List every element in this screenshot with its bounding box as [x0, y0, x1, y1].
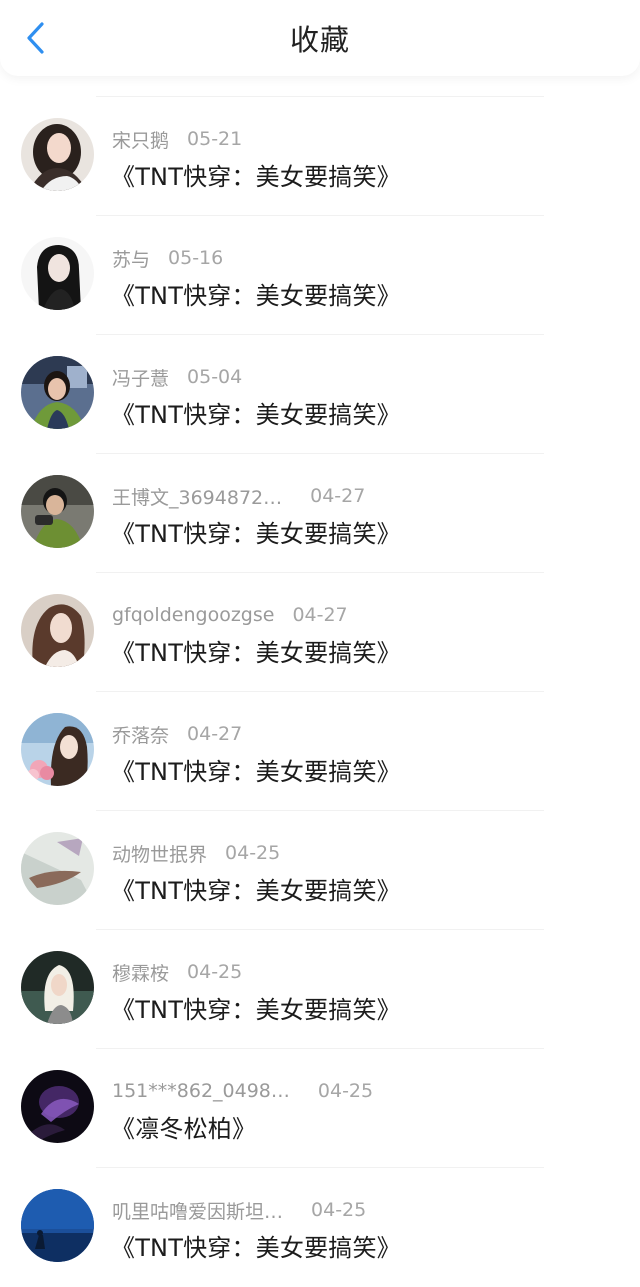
item-meta: gfqoldengoozgse 04-27 [112, 600, 348, 630]
book-title[interactable]: 《TNT快穿：美女要搞笑》 [111, 633, 401, 668]
avatar[interactable] [21, 1070, 94, 1143]
list-item[interactable]: gfqoldengoozgse 04-27 《TNT快穿：美女要搞笑》 [0, 573, 640, 692]
username: gfqoldengoozgse [112, 604, 275, 626]
avatar[interactable] [21, 713, 94, 786]
item-meta: 冯子薏 05-04 [112, 362, 242, 392]
username: 151***862_0498… [112, 1080, 290, 1102]
avatar[interactable] [21, 237, 94, 310]
username: 乔落奈 [112, 724, 170, 747]
list-item[interactable]: 动物世抿界 04-25 《TNT快穿：美女要搞笑》 [0, 811, 640, 930]
username: 苏与 [112, 248, 151, 271]
book-title[interactable]: 《TNT快穿：美女要搞笑》 [111, 395, 401, 430]
item-meta: 乔落奈 04-27 [112, 719, 242, 749]
avatar[interactable] [21, 951, 94, 1024]
favorites-list: 宋只鹅 05-21 《TNT快穿：美女要搞笑》 苏与 05-16 《TNT快穿：… [0, 97, 640, 1287]
list-item[interactable]: 王博文_3694872… 04-27 《TNT快穿：美女要搞笑》 [0, 454, 640, 573]
avatar[interactable] [21, 356, 94, 429]
username: 叽里咕噜爱因斯坦… [112, 1200, 284, 1223]
date: 04-27 [310, 485, 366, 507]
username: 宋只鹅 [112, 129, 170, 152]
date: 04-25 [187, 961, 243, 983]
item-meta: 穆霖桉 04-25 [112, 957, 242, 987]
list-item[interactable]: 叽里咕噜爱因斯坦… 04-25 《TNT快穿：美女要搞笑》 [0, 1168, 640, 1287]
list-item[interactable]: 151***862_0498… 04-25 《凛冬松柏》 [0, 1049, 640, 1168]
date: 04-27 [292, 604, 348, 626]
list-item[interactable]: 乔落奈 04-27 《TNT快穿：美女要搞笑》 [0, 692, 640, 811]
username: 穆霖桉 [112, 962, 170, 985]
avatar[interactable] [21, 475, 94, 548]
book-title[interactable]: 《TNT快穿：美女要搞笑》 [111, 871, 401, 906]
date: 04-27 [187, 723, 243, 745]
date: 05-21 [187, 128, 243, 150]
avatar[interactable] [21, 118, 94, 191]
item-meta: 苏与 05-16 [112, 243, 223, 273]
book-title[interactable]: 《TNT快穿：美女要搞笑》 [111, 276, 401, 311]
avatar[interactable] [21, 1189, 94, 1262]
item-meta: 叽里咕噜爱因斯坦… 04-25 [112, 1195, 366, 1225]
book-title[interactable]: 《TNT快穿：美女要搞笑》 [111, 752, 401, 787]
list-item[interactable]: 宋只鹅 05-21 《TNT快穿：美女要搞笑》 [0, 97, 640, 216]
avatar[interactable] [21, 832, 94, 905]
avatar[interactable] [21, 594, 94, 667]
list-item[interactable]: 冯子薏 05-04 《TNT快穿：美女要搞笑》 [0, 335, 640, 454]
username: 动物世抿界 [112, 843, 208, 866]
date: 04-25 [225, 842, 281, 864]
date: 04-25 [317, 1080, 374, 1102]
username: 冯子薏 [112, 367, 170, 390]
list-item[interactable]: 苏与 05-16 《TNT快穿：美女要搞笑》 [0, 216, 640, 335]
item-meta: 动物世抿界 04-25 [112, 838, 280, 868]
page-title: 收藏 [289, 23, 350, 57]
book-title[interactable]: 《TNT快穿：美女要搞笑》 [111, 990, 401, 1025]
item-meta: 宋只鹅 05-21 [112, 124, 242, 154]
book-title[interactable]: 《TNT快穿：美女要搞笑》 [111, 1228, 401, 1263]
item-meta: 王博文_3694872… 04-27 [112, 481, 365, 511]
book-title[interactable]: 《TNT快穿：美女要搞笑》 [111, 514, 401, 549]
header-bar: 收藏 [0, 0, 640, 76]
book-title[interactable]: 《TNT快穿：美女要搞笑》 [111, 157, 401, 192]
list-item[interactable]: 穆霖桉 04-25 《TNT快穿：美女要搞笑》 [0, 930, 640, 1049]
username: 王博文_3694872… [112, 486, 283, 509]
book-title[interactable]: 《凛冬松柏》 [111, 1109, 256, 1144]
date: 05-04 [187, 366, 243, 388]
date: 04-25 [311, 1199, 367, 1221]
item-meta: 151***862_0498… 04-25 [112, 1076, 373, 1106]
date: 05-16 [168, 247, 224, 269]
